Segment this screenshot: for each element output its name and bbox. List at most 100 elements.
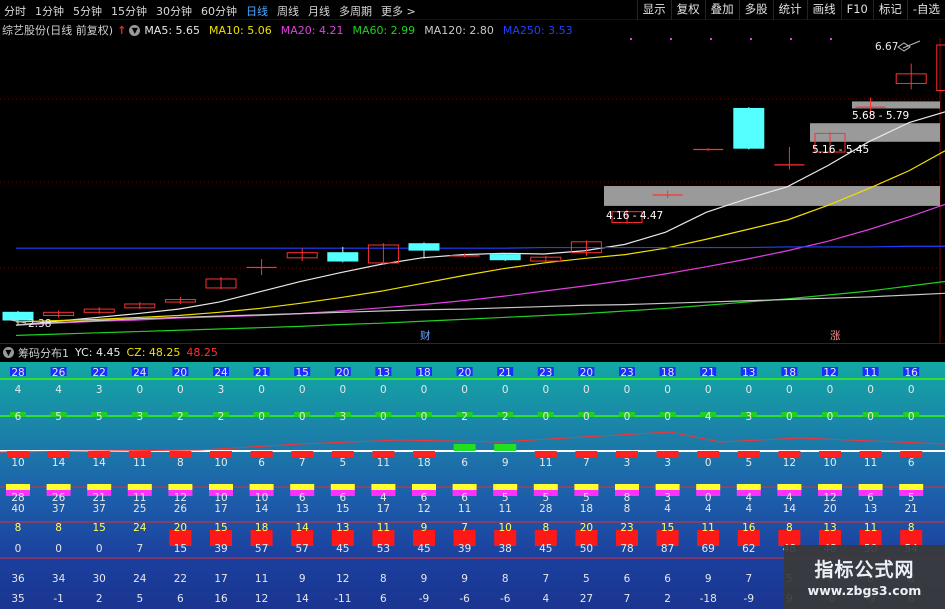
indicator-cz: CZ: 48.25 <box>126 346 181 359</box>
toolbar-button[interactable]: 显示 <box>636 0 671 20</box>
indicator-value: 20 <box>580 522 593 534</box>
indicator-value: 21 <box>905 503 918 515</box>
indicator-value: 45 <box>539 543 552 555</box>
period-tab[interactable]: 60分钟 <box>201 3 237 19</box>
indicator-value: 24 <box>133 522 147 534</box>
indicator-value: 25 <box>133 503 146 515</box>
indicator-value: 27 <box>580 593 593 605</box>
toolbar-button[interactable]: -自选 <box>906 0 945 20</box>
indicator-value: 0 <box>624 411 631 423</box>
indicator-value: 45 <box>417 543 430 555</box>
diamond-icon <box>897 42 911 52</box>
period-tab[interactable]: 15分钟 <box>111 3 147 19</box>
toolbar-button[interactable]: 复权 <box>670 0 705 20</box>
indicator-value: 37 <box>52 503 65 515</box>
indicator-value: 10 <box>499 522 512 534</box>
indicator-value: 38 <box>499 543 512 555</box>
indicator-value: 14 <box>52 457 66 469</box>
indicator-bar <box>371 484 396 490</box>
ma-label: MA5: 5.65 <box>144 23 201 37</box>
indicator-value: 3 <box>664 457 671 469</box>
toolbar-button[interactable]: F10 <box>840 0 873 20</box>
indicator-value: 5 <box>55 411 62 423</box>
indicator-value: 14 <box>296 593 310 605</box>
period-tab[interactable]: 更多 > <box>381 3 416 19</box>
indicator-value: 4 <box>664 503 671 515</box>
stock-title: 综艺股份(日线 前复权) <box>2 24 114 37</box>
indicator-value: 9 <box>705 573 712 585</box>
indicator-value: 11 <box>864 457 877 469</box>
toolbar-button[interactable]: 标记 <box>872 0 907 20</box>
indicator-value: 57 <box>255 543 268 555</box>
indicator-value: 69 <box>702 543 715 555</box>
indicator-value: 12 <box>336 573 349 585</box>
chevron-down-icon[interactable]: ▼ <box>129 24 141 36</box>
indicator-bar <box>818 484 842 490</box>
indicator-value: 4 <box>705 411 712 423</box>
indicator-value: 20 <box>580 367 593 379</box>
indicator-value: 0 <box>624 384 631 396</box>
indicator-value: 8 <box>55 522 62 534</box>
indicator-value: 5 <box>136 593 143 605</box>
indicator-value: 0 <box>664 384 671 396</box>
toolbar-button[interactable]: 统计 <box>772 0 807 20</box>
indicator-bar <box>209 484 233 490</box>
indicator-value: 0 <box>421 384 428 396</box>
indicator-value: 18 <box>255 522 268 534</box>
indicator-value: 0 <box>299 411 306 423</box>
ma-label: MA60: 2.99 <box>352 23 416 37</box>
indicator-value: 6 <box>15 411 22 423</box>
indicator-value: 21 <box>702 367 715 379</box>
indicator-value: 13 <box>864 503 877 515</box>
period-tab[interactable]: 分时 <box>4 3 26 19</box>
indicator-bar <box>168 484 193 490</box>
indicator-value: 6 <box>177 593 184 605</box>
toolbar-button[interactable]: 叠加 <box>704 0 739 20</box>
indicator-value: 3 <box>339 411 346 423</box>
indicator-value: -1 <box>53 593 63 605</box>
chevron-down-icon[interactable]: ▼ <box>3 347 14 358</box>
indicator-value: 11 <box>255 573 268 585</box>
main-chart[interactable]: 6.67 2.38 4.16 - 4.47 5.16 - 5.45 5.68 - 5.7… <box>0 38 945 343</box>
watermark-title: 指标公式网 <box>814 559 915 581</box>
ma-items: MA5: 5.65 MA10: 5.06 MA20: 4.21 MA60: 2.99 M… <box>144 24 581 37</box>
toolbar-button[interactable]: 多股 <box>738 0 773 20</box>
indicator-value: 15 <box>93 522 106 534</box>
period-tab[interactable]: 日线 <box>246 3 268 19</box>
indicator-value: 11 <box>377 522 390 534</box>
indicator-value: 12 <box>255 593 268 605</box>
event-marker-cai: 财 <box>420 329 431 342</box>
period-tab[interactable]: 5分钟 <box>73 3 102 19</box>
indicator-value: 45 <box>336 543 349 555</box>
indicator-value: -9 <box>419 593 429 605</box>
indicator-value: 8 <box>624 503 631 515</box>
period-tab[interactable]: 30分钟 <box>156 3 192 19</box>
indicator-value: 7 <box>461 522 468 534</box>
indicator-value: 2 <box>177 411 184 423</box>
indicator-value: 0 <box>705 457 712 469</box>
indicator-value: 11 <box>539 457 552 469</box>
indicator-value: 18 <box>417 457 430 469</box>
indicator-value: 4 <box>705 503 712 515</box>
indicator-value: 0 <box>258 411 265 423</box>
indicator-value: 8 <box>380 573 387 585</box>
indicator-value: 0 <box>15 543 22 555</box>
indicator-bar <box>533 484 558 490</box>
indicator-value: 15 <box>214 522 227 534</box>
indicator-value: 2 <box>502 411 509 423</box>
indicator-bar <box>493 484 518 490</box>
indicator-value: 0 <box>705 384 712 396</box>
period-tab[interactable]: 周线 <box>277 3 299 19</box>
indicator-value: 16 <box>742 522 756 534</box>
period-tab[interactable]: 月线 <box>308 3 330 19</box>
candle-body <box>733 107 765 149</box>
indicator-value: 0 <box>299 384 306 396</box>
period-tab[interactable]: 多周期 <box>339 3 372 19</box>
indicator-value: 20 <box>174 367 187 379</box>
indicator-value: 11 <box>377 457 390 469</box>
period-tab[interactable]: 1分钟 <box>35 3 64 19</box>
indicator-value: 2 <box>96 593 103 605</box>
indicator-value: 21 <box>499 367 512 379</box>
toolbar-button[interactable]: 画线 <box>806 0 841 20</box>
indicator-bar <box>249 484 274 490</box>
